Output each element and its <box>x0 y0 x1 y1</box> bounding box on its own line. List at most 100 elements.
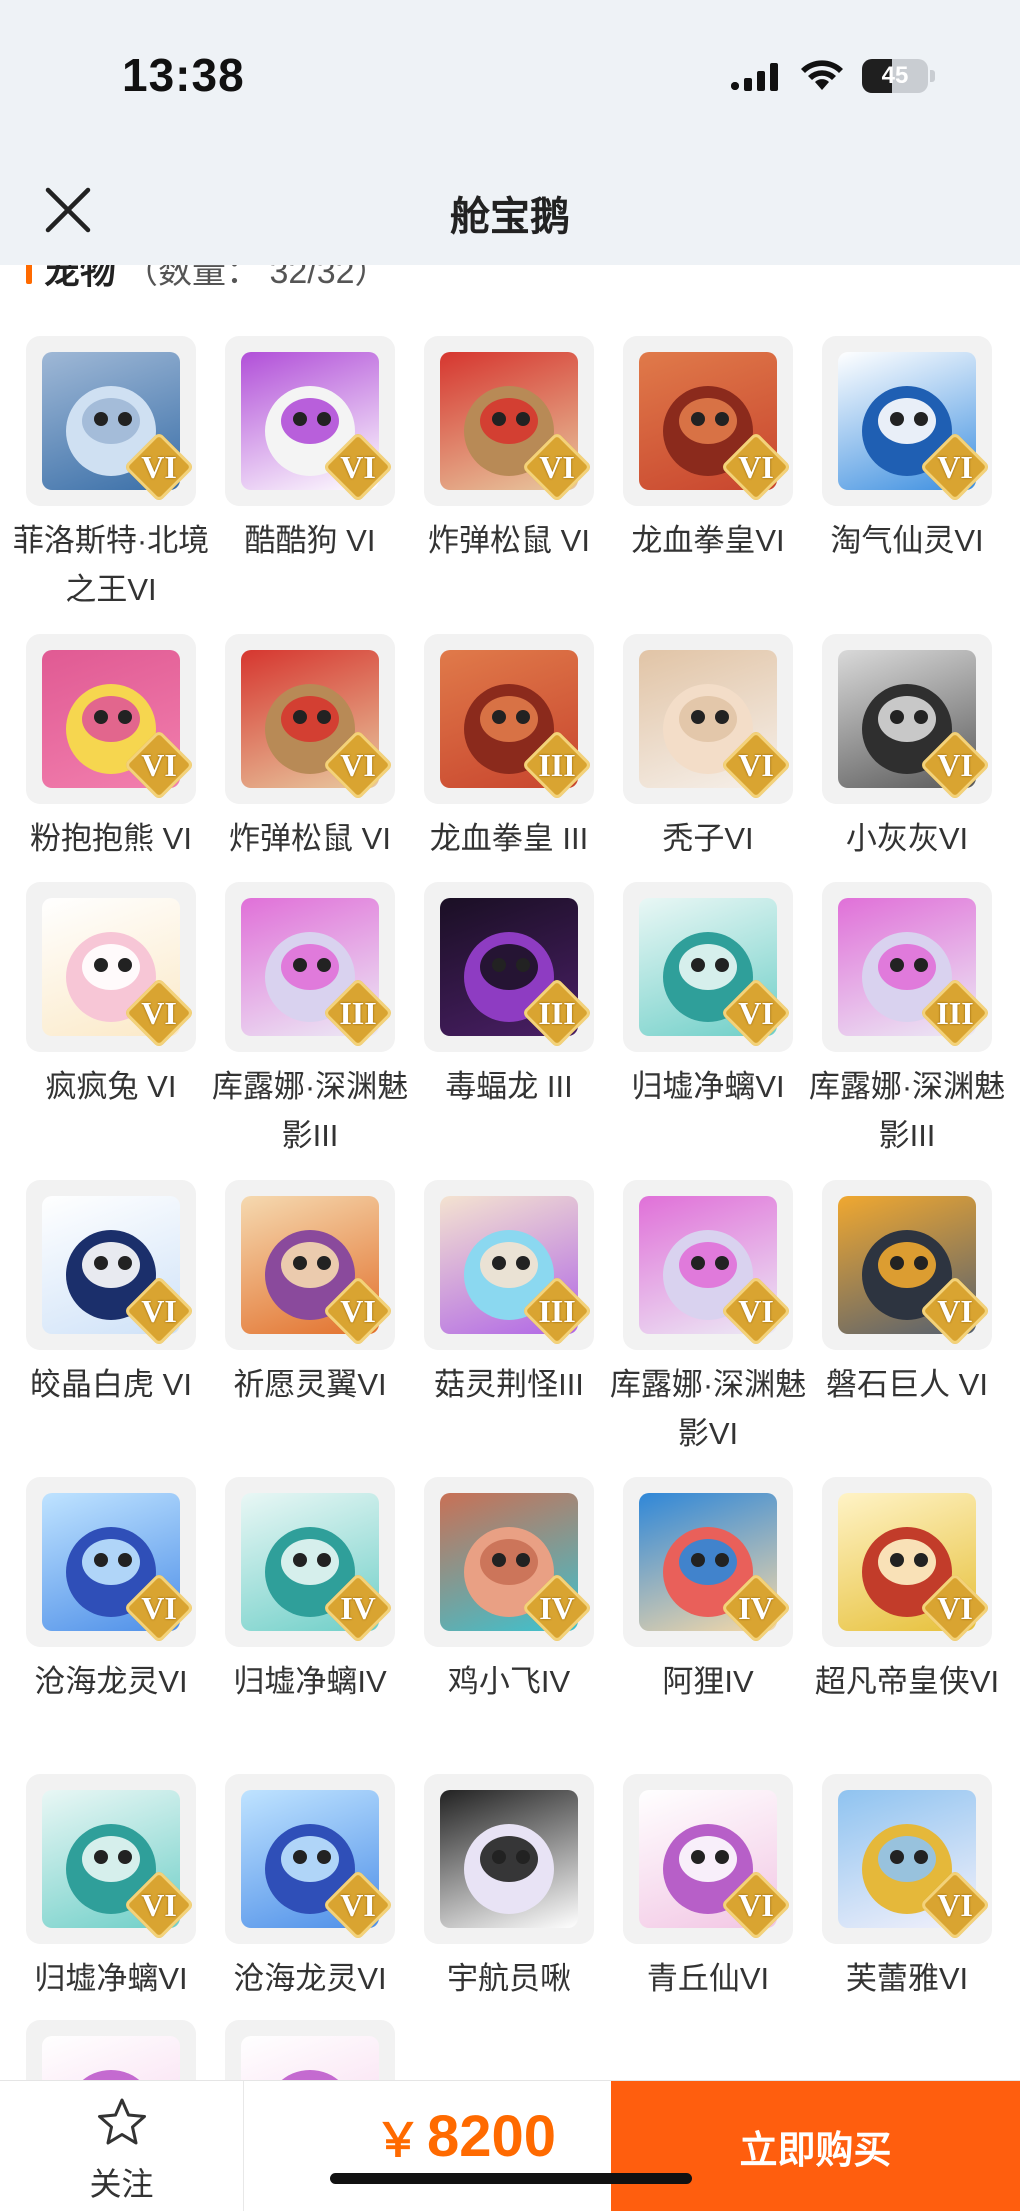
pet-card[interactable]: VI 疯疯兔 VI <box>12 882 210 1111</box>
pet-name: 毒蝠龙 III <box>445 1069 573 1104</box>
pet-art-eye <box>317 412 331 426</box>
pet-name: 龙血拳皇VI <box>631 523 785 558</box>
pet-card[interactable]: VI 炸弹松鼠 VI <box>410 336 608 565</box>
battery-percent: 45 <box>881 62 909 89</box>
rank-badge-text: VI <box>340 1293 376 1329</box>
page-title: 舱宝鹅 <box>450 195 570 239</box>
rank-badge-text: VI <box>539 449 575 485</box>
pet-art-eye <box>691 958 705 972</box>
pet-art-eye <box>94 958 108 972</box>
pet-art-eye <box>118 412 132 426</box>
pet-art-eye <box>516 958 530 972</box>
pet-thumbnail: VI <box>623 882 793 1052</box>
pet-card[interactable]: III 毒蝠龙 III <box>410 882 608 1111</box>
pet-name: 鸡小飞IV <box>447 1664 571 1699</box>
pet-art-eye <box>914 958 928 972</box>
pet-card[interactable]: IV 归墟净螭IV <box>211 1477 409 1706</box>
pet-art-eye <box>516 710 530 724</box>
pet-art-eye <box>715 710 729 724</box>
pet-art-eye <box>492 958 506 972</box>
pet-thumbnail: VI <box>822 336 992 506</box>
pet-card[interactable]: VI 秃子VI <box>609 634 807 863</box>
pet-name: 菇灵荆怪III <box>434 1367 584 1402</box>
pet-art-eye <box>94 1553 108 1567</box>
pet-name: 疯疯兔 VI <box>45 1069 177 1104</box>
pet-art-eye <box>293 1553 307 1567</box>
pet-card[interactable]: VI 酷酷狗 VI <box>211 336 409 565</box>
pet-card[interactable]: VI 菲洛斯特·北境之王VI <box>12 336 210 614</box>
pet-name: 沧海龙灵VI <box>34 1664 188 1699</box>
pet-art-eye <box>914 1256 928 1270</box>
pet-thumbnail <box>424 1774 594 1944</box>
pet-name: 小灰灰VI <box>845 821 969 856</box>
pet-card[interactable]: VI 归墟净螭VI <box>609 882 807 1111</box>
pet-card[interactable]: III 菇灵荆怪III <box>410 1180 608 1409</box>
pet-art-eye <box>516 412 530 426</box>
pet-thumbnail: VI <box>623 336 793 506</box>
pet-art-eye <box>691 1553 705 1567</box>
price-currency: ￥ <box>375 2114 421 2166</box>
pet-name: 芙蕾雅VI <box>845 1961 969 1996</box>
rank-badge-text: IV <box>340 1590 376 1626</box>
pet-card[interactable]: VI 皎晶白虎 VI <box>12 1180 210 1409</box>
pet-art-eye <box>691 412 705 426</box>
rank-badge-text: VI <box>141 1887 177 1923</box>
pet-card[interactable]: 宇航员啾 <box>410 1774 608 2003</box>
pet-name: 祈愿灵翼VI <box>233 1367 387 1402</box>
pet-card[interactable]: VI 小灰灰VI <box>808 634 1006 863</box>
rank-badge-text: VI <box>141 747 177 783</box>
pet-thumbnail: VI <box>822 1774 992 1944</box>
pet-card[interactable]: VI 淘气仙灵VI <box>808 336 1006 565</box>
buy-now-button[interactable]: 立即购买 <box>611 2081 1020 2211</box>
pet-thumbnail: III <box>822 882 992 1052</box>
price-amount: 8200 <box>427 2104 557 2169</box>
follow-button[interactable]: 关注 <box>0 2081 244 2211</box>
pet-art-eye <box>890 412 904 426</box>
pet-card[interactable]: VI 祈愿灵翼VI <box>211 1180 409 1409</box>
pet-card[interactable]: VI 龙血拳皇VI <box>609 336 807 565</box>
pet-card[interactable]: VI 沧海龙灵VI <box>211 1774 409 2003</box>
pet-art-eye <box>118 1256 132 1270</box>
pet-card[interactable]: VI 沧海龙灵VI <box>12 1477 210 1706</box>
pet-name: 库露娜·深渊魅影VI <box>609 1367 807 1451</box>
pet-card[interactable]: VI 芙蕾雅VI <box>808 1774 1006 2003</box>
pet-thumbnail: VI <box>623 1180 793 1350</box>
pet-thumbnail: III <box>424 1180 594 1350</box>
pet-card[interactable]: III 库露娜·深渊魅影III <box>211 882 409 1160</box>
pet-art-eye <box>94 1256 108 1270</box>
rank-badge-text: III <box>936 995 974 1031</box>
pet-card[interactable]: VI 库露娜·深渊魅影VI <box>609 1180 807 1458</box>
pet-thumbnail: III <box>424 634 594 804</box>
pet-thumbnail: VI <box>26 336 196 506</box>
pet-card[interactable]: VI 粉抱抱熊 VI <box>12 634 210 863</box>
rank-badge-text: VI <box>738 449 774 485</box>
pet-art-eye <box>317 1256 331 1270</box>
rank-badge-text: III <box>538 995 576 1031</box>
pet-card[interactable]: VI 炸弹松鼠 VI <box>211 634 409 863</box>
pet-art-eye <box>293 958 307 972</box>
pet-name: 库露娜·深渊魅影III <box>808 1069 1006 1153</box>
pet-art-eye <box>317 710 331 724</box>
pet-card[interactable]: VI 磐石巨人 VI <box>808 1180 1006 1409</box>
pet-card[interactable]: III 龙血拳皇 III <box>410 634 608 863</box>
pet-card[interactable]: VI 青丘仙VI <box>609 1774 807 2003</box>
pet-thumbnail: VI <box>225 1774 395 1944</box>
pet-name: 库露娜·深渊魅影III <box>211 1069 409 1153</box>
pet-card[interactable]: VI 归墟净螭VI <box>12 1774 210 2003</box>
pet-grid: VI 菲洛斯特·北境之王VI VI 酷酷狗 VI VI 炸弹松鼠 VI VI 龙血拳皇VI VI… <box>0 0 1020 2190</box>
rank-badge-text: III <box>538 747 576 783</box>
rank-badge-text: III <box>538 1293 576 1329</box>
pet-card[interactable]: IV 阿狸IV <box>609 1477 807 1706</box>
pet-card[interactable]: III 库露娜·深渊魅影III <box>808 882 1006 1160</box>
pet-card[interactable]: VI 超凡帝皇侠VI <box>808 1477 1006 1706</box>
pet-name: 秃子VI <box>662 821 754 856</box>
rank-badge-text: VI <box>738 747 774 783</box>
pet-thumbnail: III <box>424 882 594 1052</box>
pet-name: 阿狸IV <box>662 1664 754 1699</box>
pet-name: 炸弹松鼠 VI <box>229 821 391 856</box>
pet-art-eye <box>890 958 904 972</box>
pet-thumbnail: VI <box>822 1180 992 1350</box>
pet-art-eye <box>914 1553 928 1567</box>
battery-icon: 45 <box>862 59 928 93</box>
pet-card[interactable]: IV 鸡小飞IV <box>410 1477 608 1706</box>
